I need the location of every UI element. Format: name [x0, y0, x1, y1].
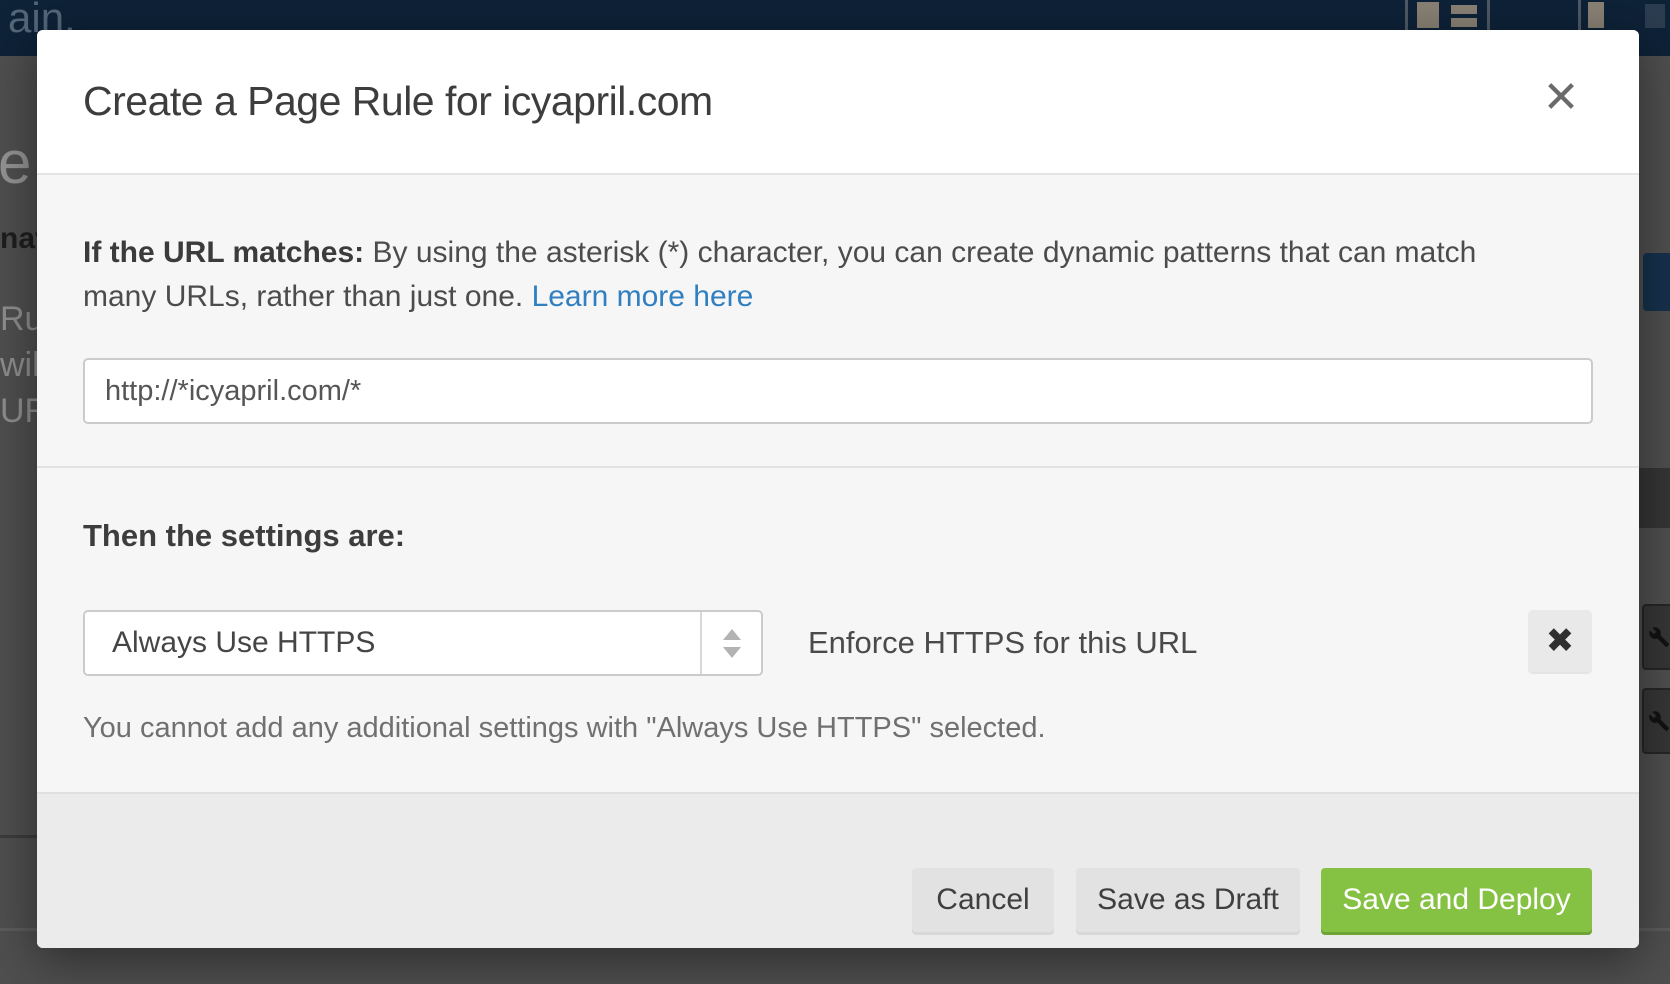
- modal-title: Create a Page Rule for icyapril.com: [83, 30, 713, 173]
- url-match-section: If the URL matches: By using the asteris…: [37, 175, 1639, 468]
- url-match-label: If the URL matches:: [83, 236, 364, 269]
- modal-footer: Cancel Save as Draft Save and Deploy: [37, 792, 1639, 948]
- url-match-description: If the URL matches: By using the asteris…: [83, 231, 1543, 319]
- select-stepper-icon: [700, 612, 761, 674]
- save-as-draft-button[interactable]: Save as Draft: [1076, 868, 1300, 932]
- close-icon[interactable]: ✕: [1531, 68, 1591, 128]
- wrench-icon: [1642, 604, 1670, 670]
- background-divider: [1639, 928, 1670, 931]
- modal-header: Create a Page Rule for icyapril.com ✕: [37, 30, 1639, 175]
- wrench-icon: [1642, 688, 1670, 754]
- save-and-deploy-button[interactable]: Save and Deploy: [1321, 868, 1592, 932]
- setting-description: Enforce HTTPS for this URL: [808, 610, 1197, 676]
- cancel-button[interactable]: Cancel: [912, 868, 1054, 932]
- background-divider: [0, 835, 37, 838]
- settings-section: Then the settings are: Always Use HTTPS …: [37, 470, 1639, 822]
- background-heading-fragment: e: [0, 128, 31, 197]
- setting-select[interactable]: Always Use HTTPS: [83, 610, 763, 676]
- chevron-up-icon: [723, 629, 741, 640]
- layout-columns-icon: [1405, 0, 1495, 30]
- settings-heading: Then the settings are:: [83, 518, 405, 554]
- background-blue-button: [1643, 253, 1670, 311]
- url-pattern-input[interactable]: [83, 358, 1593, 424]
- background-table-header: [1638, 468, 1670, 528]
- setting-select-value: Always Use HTTPS: [112, 612, 375, 674]
- create-page-rule-modal: Create a Page Rule for icyapril.com ✕ If…: [37, 30, 1639, 948]
- background-divider: [0, 928, 37, 931]
- chevron-down-icon: [723, 647, 741, 658]
- learn-more-link[interactable]: Learn more here: [532, 280, 754, 313]
- setting-note: You cannot add any additional settings w…: [83, 712, 1046, 745]
- layout-panel-icon: [1578, 0, 1608, 30]
- remove-icon: ✖: [1546, 621, 1575, 661]
- topbar-partial-icon: [1645, 0, 1670, 30]
- remove-setting-button[interactable]: ✖: [1528, 610, 1592, 672]
